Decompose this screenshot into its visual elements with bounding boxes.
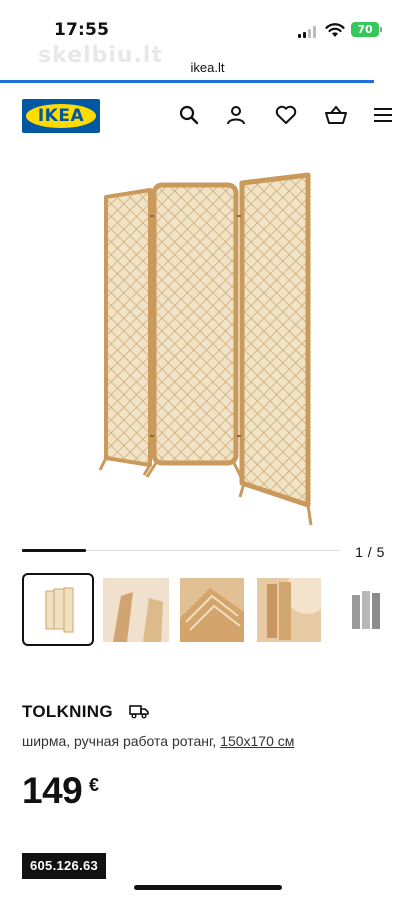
cart-icon[interactable] [323,102,349,128]
thumbnail-strip [22,573,415,649]
battery-level: 70 [357,23,373,36]
price-currency: € [89,775,100,795]
page-load-progress [0,80,374,83]
dimensions-link[interactable]: 150x170 см [220,733,294,749]
gallery-progress [22,549,340,553]
heart-icon[interactable] [273,102,299,128]
thumbnail-1[interactable] [22,573,94,646]
logo-text: IKEA [37,106,85,126]
product-description: ширма, ручная работа ротанг, 150x170 см [22,733,294,749]
thumbnail-4[interactable] [257,573,329,646]
description-text: ширма, ручная работа ротанг, [22,733,221,749]
thumbnail-3[interactable] [180,573,252,646]
account-icon[interactable] [223,102,249,128]
search-icon[interactable] [176,102,202,128]
battery-icon: 70 [351,22,379,37]
home-indicator[interactable] [134,885,282,890]
progress-fill [22,549,86,552]
thumbnail-2[interactable] [103,573,175,646]
product-price: 149 € [22,770,99,814]
product-image[interactable] [22,165,392,535]
ikea-logo[interactable]: IKEA [22,99,100,133]
price-integer: 149 [22,770,83,811]
delivery-truck-icon [129,705,149,719]
menu-icon[interactable] [370,102,396,128]
thumbnail-5[interactable] [334,573,406,646]
site-header: IKEA [0,97,415,137]
status-bar: 17:55 skelbiu.lt 70 [0,0,415,68]
status-time: 17:55 [54,20,110,40]
wifi-icon [325,23,345,37]
battery-cap [380,27,382,32]
signal-icon [298,26,318,38]
gallery-counter: 1 / 5 [355,544,385,560]
article-number-badge: 605.126.63 [22,853,107,879]
product-name: TOLKNING [22,702,113,721]
